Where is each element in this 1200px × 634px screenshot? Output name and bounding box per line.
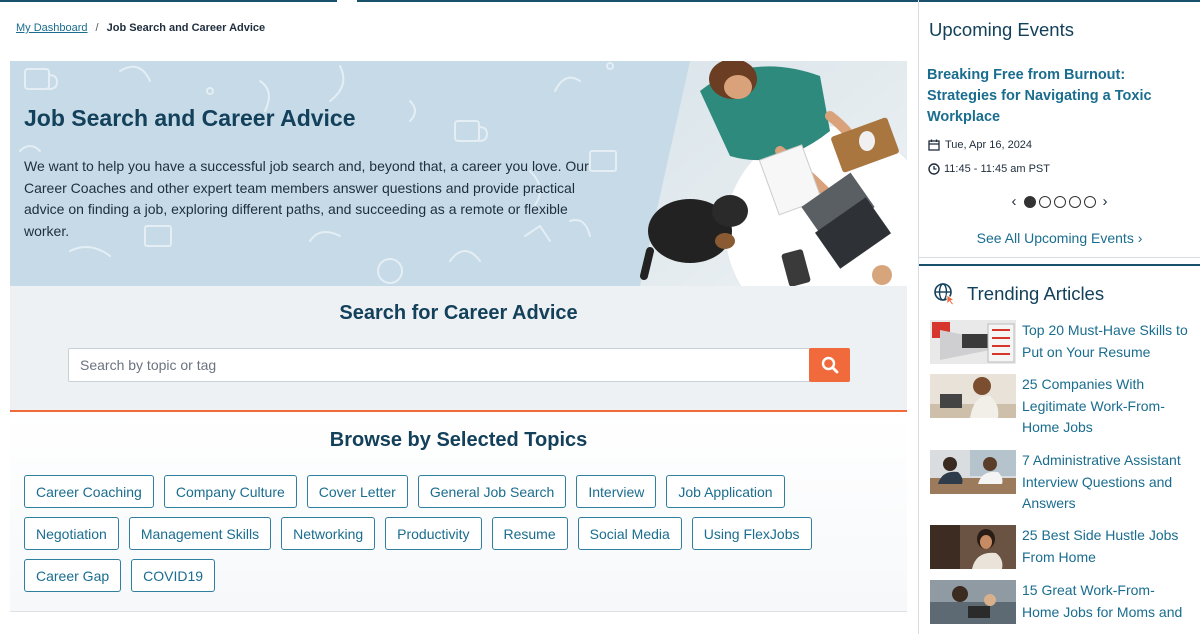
topic-row: Career Gap COVID19 <box>24 559 874 592</box>
topic-tag[interactable]: Productivity <box>385 517 482 550</box>
topic-tag[interactable]: Negotiation <box>24 517 119 550</box>
topic-tag[interactable]: Interview <box>576 475 657 508</box>
topic-tag[interactable]: Job Application <box>666 475 785 508</box>
hero-banner: Job Search and Career Advice We want to … <box>10 61 907 286</box>
trending-article[interactable]: 25 Companies With Legitimate Work-From-H… <box>930 374 1192 439</box>
breadcrumb-dashboard-link[interactable]: My Dashboard <box>16 22 88 34</box>
trending-article-title[interactable]: Top 20 Must-Have Skills to Put on Your R… <box>1022 320 1192 364</box>
trending-article-title[interactable]: 25 Companies With Legitimate Work-From-H… <box>1022 374 1192 439</box>
event-date: Tue, Apr 16, 2024 <box>928 139 1032 151</box>
clock-icon <box>928 163 940 175</box>
woman-desk-thumbnail <box>930 525 1016 569</box>
events-top-border <box>919 0 1200 2</box>
topic-tag[interactable]: Company Culture <box>163 475 297 508</box>
search-button[interactable] <box>809 348 850 382</box>
page-title: Job Search and Career Advice <box>24 105 356 131</box>
carousel-next-button[interactable]: › <box>1099 193 1112 210</box>
search-input[interactable] <box>69 349 807 381</box>
topic-row: Career Coaching Company Culture Cover Le… <box>24 475 874 508</box>
trending-article-title[interactable]: 15 Great Work-From-Home Jobs for Moms an… <box>1022 580 1192 624</box>
topic-tag[interactable]: Cover Letter <box>306 475 408 508</box>
event-title-link[interactable]: Breaking Free from Burnout: Strategies f… <box>927 65 1189 128</box>
carousel-dot[interactable] <box>1023 195 1036 208</box>
breadcrumb: My Dashboard / Job Search and Career Adv… <box>16 22 265 34</box>
topic-tag[interactable]: COVID19 <box>131 559 216 592</box>
trending-article-title[interactable]: 25 Best Side Hustle Jobs From Home <box>1022 525 1192 569</box>
carousel-dot[interactable] <box>1083 195 1096 208</box>
topic-tag[interactable]: Networking <box>281 517 376 550</box>
topic-tag[interactable]: Management Skills <box>128 517 272 550</box>
breadcrumb-current: Job Search and Career Advice <box>106 22 266 34</box>
event-date-text: Tue, Apr 16, 2024 <box>945 139 1033 151</box>
event-carousel-controls: ‹ › <box>919 193 1200 210</box>
topic-tag[interactable]: Social Media <box>577 517 682 550</box>
topic-tag[interactable]: Career Coaching <box>24 475 154 508</box>
search-icon <box>821 356 838 374</box>
carousel-dot[interactable] <box>1053 195 1066 208</box>
top-border-gap <box>337 0 357 2</box>
search-heading: Search for Career Advice <box>339 302 578 324</box>
event-time: 11:45 - 11:45 am PST <box>928 163 1050 175</box>
hero-description: We want to help you have a successful jo… <box>24 158 589 239</box>
carousel-prev-button[interactable]: ‹ <box>1008 193 1021 210</box>
event-time-text: 11:45 - 11:45 am PST <box>944 163 1050 175</box>
hero-photo-woman-with-dog <box>630 61 907 286</box>
topic-list: Career Coaching Company Culture Cover Le… <box>24 475 874 601</box>
trending-article-title[interactable]: 7 Administrative Assistant Interview Que… <box>1022 450 1192 515</box>
trending-article[interactable]: Top 20 Must-Have Skills to Put on Your R… <box>930 320 1192 364</box>
events-heading: Upcoming Events <box>929 19 1074 40</box>
browse-topics-section: Browse by Selected Topics Career Coachin… <box>10 412 907 612</box>
mom-laptop-thumbnail <box>930 580 1016 624</box>
trending-heading: Trending Articles <box>967 283 1105 304</box>
topic-tag[interactable]: Resume <box>491 517 568 550</box>
interview-thumbnail <box>930 450 1016 494</box>
trending-header: Trending Articles <box>933 282 1104 306</box>
top-border <box>0 0 918 2</box>
trending-article[interactable]: 15 Great Work-From-Home Jobs for Moms an… <box>930 580 1192 624</box>
trending-top-border <box>919 264 1200 266</box>
upcoming-events-panel: Upcoming Events Breaking Free from Burno… <box>919 9 1200 258</box>
woman-laptop-thumbnail <box>930 374 1016 418</box>
trending-article[interactable]: 25 Best Side Hustle Jobs From Home <box>930 525 1192 569</box>
skills-thumbnail <box>930 320 1016 364</box>
topic-tag[interactable]: Career Gap <box>24 559 122 592</box>
search-section: Search for Career Advice <box>10 286 907 410</box>
globe-icon <box>934 283 956 306</box>
browse-heading: Browse by Selected Topics <box>329 429 588 451</box>
search-box <box>68 348 850 382</box>
topic-tag[interactable]: Using FlexJobs <box>691 517 812 550</box>
trending-article[interactable]: 7 Administrative Assistant Interview Que… <box>930 450 1192 515</box>
topic-row: Negotiation Management Skills Networking… <box>24 517 874 550</box>
carousel-dot[interactable] <box>1038 195 1051 208</box>
see-all-events-link[interactable]: See All Upcoming Events › <box>919 230 1200 246</box>
topic-tag[interactable]: General Job Search <box>417 475 567 508</box>
breadcrumb-separator: / <box>95 22 99 34</box>
carousel-dot[interactable] <box>1068 195 1081 208</box>
calendar-icon <box>928 139 940 151</box>
